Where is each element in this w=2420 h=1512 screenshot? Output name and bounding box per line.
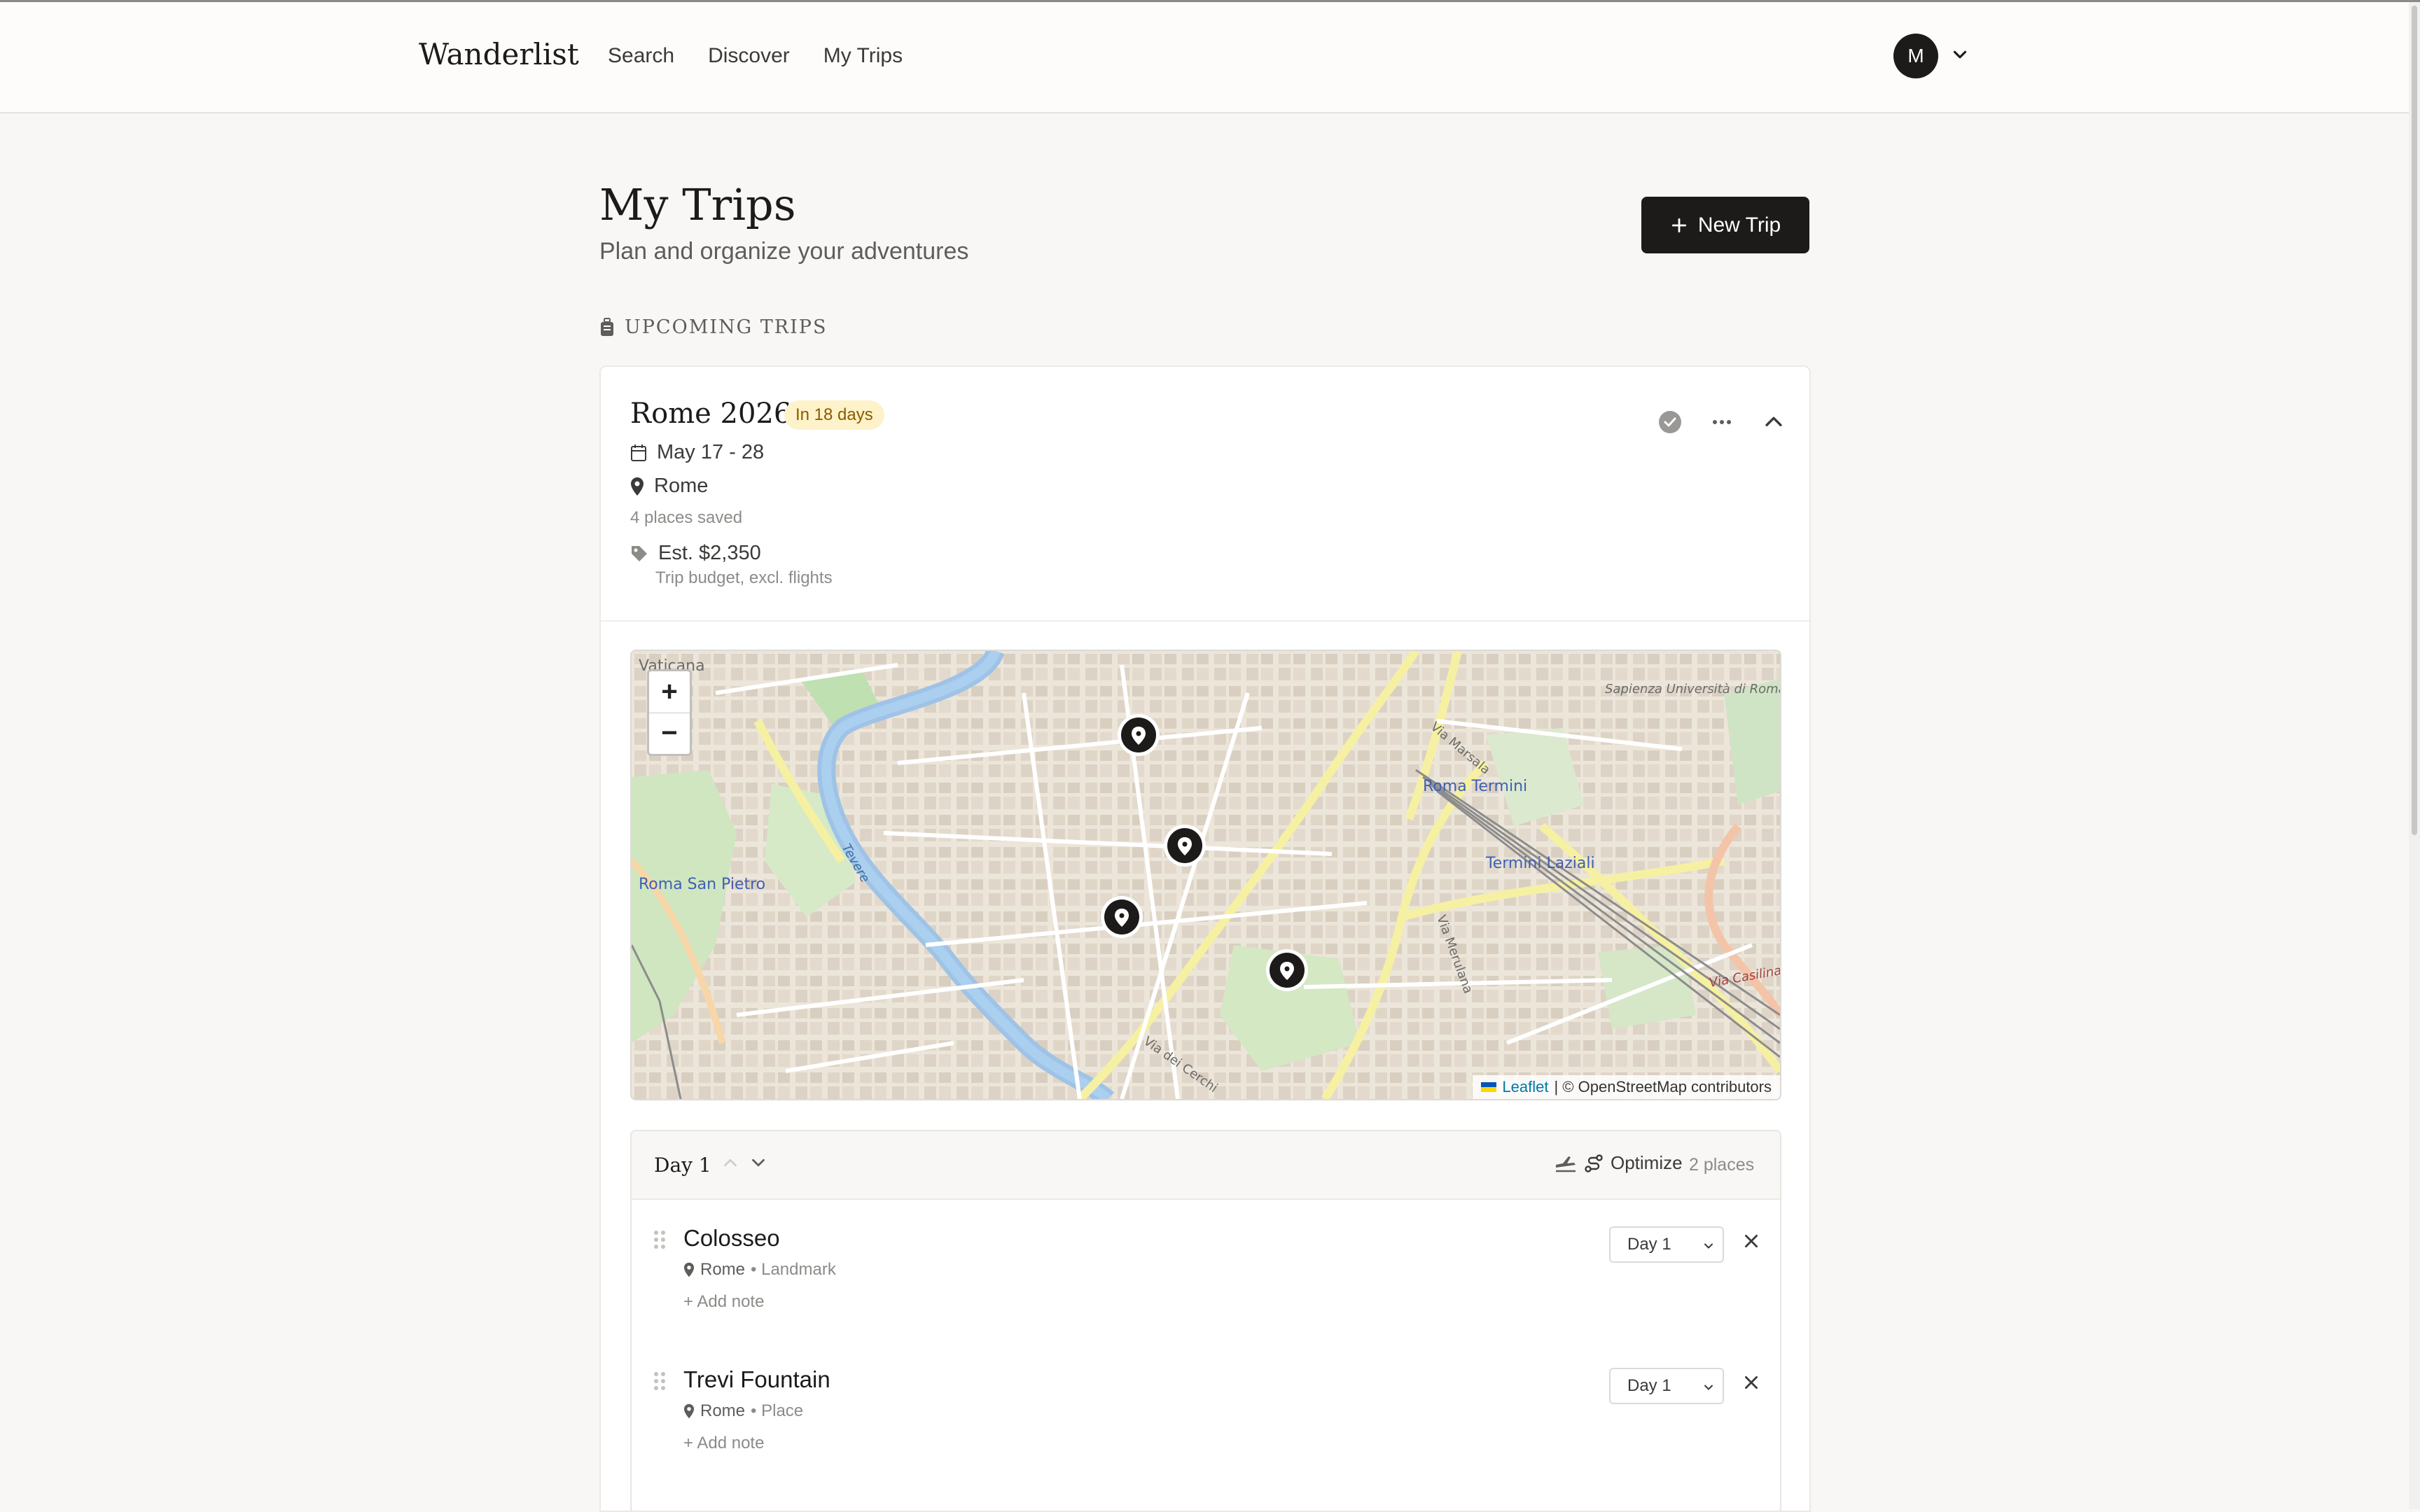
list-item[interactable]: Colosseo Rome • Landmark + Add note Day …: [632, 1200, 1780, 1343]
day-reorder: [720, 1152, 769, 1173]
user-avatar[interactable]: M: [1893, 34, 1938, 78]
zoom-in-button[interactable]: +: [649, 671, 690, 713]
chevron-down-icon[interactable]: [748, 1152, 769, 1173]
day-select-value: Day 1: [1627, 1235, 1671, 1254]
zoom-out-button[interactable]: −: [649, 713, 690, 755]
ukraine-flag-icon: [1481, 1082, 1497, 1092]
leaflet-link[interactable]: Leaflet: [1502, 1078, 1548, 1096]
place-name[interactable]: Colosseo: [683, 1225, 780, 1252]
budget-note: Trip budget, excl. flights: [655, 568, 833, 587]
scrollbar-thumb[interactable]: [2412, 6, 2417, 835]
section-label: UPCOMING TRIPS: [625, 316, 828, 338]
map-pin-icon: [683, 1404, 695, 1419]
trip-budget: Est. $2,350: [630, 542, 761, 565]
place-meta: Rome • Landmark: [683, 1260, 836, 1280]
route-icon: [1585, 1154, 1603, 1172]
day-header: Day 1 Optimize 2 places: [632, 1131, 1780, 1200]
place-count: 2 places: [1689, 1155, 1755, 1175]
check-circle-icon[interactable]: [1658, 410, 1682, 434]
trip-location-text: Rome: [654, 475, 709, 497]
list-item[interactable]: Trevi Fountain Rome • Place + Add note D…: [632, 1341, 1780, 1483]
top-navbar: Wanderlist Search Discover My Trips M: [0, 2, 2409, 113]
drag-handle-icon[interactable]: [653, 1371, 667, 1392]
day-select-value: Day 1: [1627, 1376, 1671, 1395]
map-pin-icon: [683, 1262, 695, 1278]
chevron-down-icon: [1704, 1243, 1713, 1249]
main-nav: Search Discover My Trips: [608, 44, 903, 68]
map-attribution: Leaflet | © OpenStreetMap contributors: [1473, 1075, 1780, 1099]
map-zoom-control: + −: [647, 669, 692, 756]
trip-budget-text: Est. $2,350: [658, 542, 761, 564]
place-city: Rome: [700, 1260, 746, 1279]
close-icon[interactable]: [1742, 1373, 1760, 1392]
place-category: • Landmark: [751, 1260, 836, 1279]
plane-icon: [1556, 1156, 1576, 1172]
map-marker[interactable]: [1118, 714, 1160, 756]
drag-handle-icon[interactable]: [653, 1229, 667, 1250]
map-tiles: Vaticana Roma San Pietro Roma Termini Te…: [632, 651, 1780, 1099]
add-note-button[interactable]: + Add note: [683, 1434, 764, 1453]
place-category: • Place: [751, 1401, 804, 1420]
more-horizontal-icon[interactable]: [1710, 410, 1734, 434]
place-name[interactable]: Trevi Fountain: [683, 1366, 830, 1393]
map-label-sapienza: Sapienza Università di Roma: [1605, 682, 1780, 696]
map-marker[interactable]: [1266, 949, 1308, 991]
brand-logo[interactable]: Wanderlist: [419, 37, 579, 71]
status-badge: In 18 days: [784, 400, 884, 430]
plus-icon: [1671, 218, 1686, 232]
page-subtitle: Plan and organize your adventures: [599, 238, 969, 265]
add-note-button[interactable]: + Add note: [683, 1292, 764, 1312]
chevron-up-icon[interactable]: [1762, 410, 1786, 434]
trip-location: Rome: [630, 475, 708, 498]
day-title: Day 1: [654, 1154, 711, 1177]
chevron-up-icon[interactable]: [720, 1152, 741, 1173]
tag-icon: [632, 545, 647, 561]
section-upcoming-trips: UPCOMING TRIPS: [599, 316, 827, 338]
map-label-termini-laziali: Termini Laziali: [1485, 855, 1595, 872]
nav-item-my-trips[interactable]: My Trips: [823, 44, 903, 68]
map-label-roma-termini: Roma Termini: [1423, 778, 1527, 795]
trip-dates: May 17 - 28: [630, 441, 764, 464]
page-title: My Trips: [599, 179, 796, 230]
nav-item-search[interactable]: Search: [608, 44, 674, 68]
map-marker[interactable]: [1164, 825, 1206, 867]
trip-dates-text: May 17 - 28: [657, 441, 765, 463]
new-trip-label: New Trip: [1697, 213, 1781, 237]
trip-map[interactable]: Vaticana Roma San Pietro Roma Termini Te…: [630, 650, 1781, 1100]
trip-name[interactable]: Rome 2026: [630, 398, 791, 430]
calendar-icon: [631, 444, 646, 461]
attribution-text: | © OpenStreetMap contributors: [1554, 1078, 1772, 1096]
place-city: Rome: [700, 1401, 746, 1420]
trip-actions: [1658, 410, 1786, 434]
map-marker[interactable]: [1101, 896, 1143, 938]
day-panel: Day 1 Optimize 2 places Colosseo Rome • …: [630, 1130, 1781, 1511]
chevron-down-icon[interactable]: [1949, 44, 1970, 65]
day-select[interactable]: Day 1: [1609, 1226, 1724, 1263]
optimize-button[interactable]: Optimize: [1555, 1152, 1683, 1174]
chevron-down-icon: [1704, 1385, 1713, 1390]
place-meta: Rome • Place: [683, 1401, 803, 1421]
luggage-icon: [601, 317, 613, 336]
optimize-label: Optimize: [1611, 1152, 1683, 1173]
close-icon[interactable]: [1742, 1232, 1760, 1250]
map-label-roma-san-pietro: Roma San Pietro: [639, 876, 765, 893]
trip-card: Rome 2026 In 18 days May 17 - 28 Rome 4 …: [599, 365, 1811, 1512]
map-pin-icon: [631, 477, 644, 496]
trip-header: Rome 2026 In 18 days May 17 - 28 Rome 4 …: [601, 367, 1809, 622]
day-select[interactable]: Day 1: [1609, 1368, 1724, 1404]
new-trip-button[interactable]: New Trip: [1641, 197, 1809, 253]
nav-item-discover[interactable]: Discover: [708, 44, 790, 68]
places-saved-count: 4 places saved: [630, 508, 743, 527]
